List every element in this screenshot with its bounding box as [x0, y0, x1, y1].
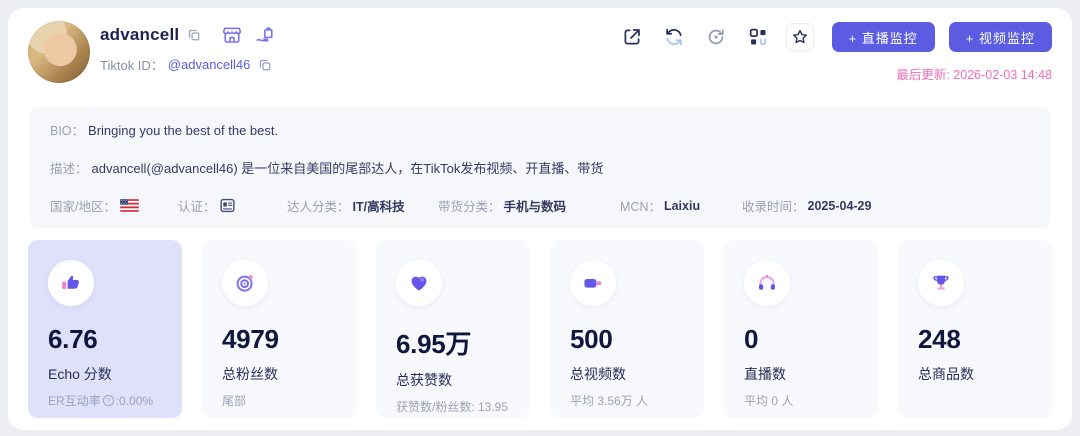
id-badge-icon: [219, 198, 235, 213]
stat-label: 总粉丝数: [222, 366, 278, 382]
meta-label: 认证：: [178, 200, 216, 214]
help-icon[interactable]: ?: [101, 394, 116, 407]
meta-value: Laixiu: [663, 198, 701, 213]
meta-label: 国家/地区：: [50, 200, 116, 214]
description-label: 描述：: [50, 162, 88, 176]
video-monitor-button[interactable]: + 视频监控: [948, 22, 1052, 52]
meta-label: 达人分类：: [287, 200, 350, 214]
stat-card-0[interactable]: 6.76 Echo 分数 ER互动率?:0.00%: [28, 240, 182, 418]
header-actions: + 直播监控 + 视频监控: [618, 22, 1052, 52]
description-text: advancell(@advancell46) 是一位来自美国的尾部达人，在Ti…: [91, 161, 604, 176]
bag-in-hand-icon[interactable]: [254, 24, 276, 46]
stat-card-1[interactable]: 4979 总粉丝数尾部: [202, 240, 356, 418]
copy-name-icon[interactable]: [187, 28, 201, 42]
stat-label: 直播数: [744, 366, 786, 382]
stat-sublabel: 获赞数/粉丝数: 13.95: [396, 400, 509, 414]
meta-value: IT/高科技: [352, 200, 405, 214]
meta-value: 2025-04-29: [807, 198, 872, 213]
stat-label: 总获赞数: [396, 372, 452, 388]
refresh-icon[interactable]: [660, 23, 688, 51]
last-update-timestamp: 最后更新: 2026-02-03 14:48: [896, 68, 1052, 82]
meta-value: 手机与数码: [503, 200, 567, 214]
tiktok-id-value[interactable]: @advancell46: [168, 57, 251, 72]
stat-label: Echo 分数: [48, 366, 112, 382]
profile-info-panel: BIO： Bringing you the best of the best. …: [30, 107, 1050, 228]
meta-item-3: 带货分类： 手机与数码: [438, 196, 566, 215]
stat-sublabel: 平均 0 人: [744, 394, 794, 408]
tiktok-id-label: Tiktok ID：: [100, 58, 164, 73]
live-monitor-button[interactable]: + 直播监控: [831, 22, 935, 52]
video-camera-icon: [570, 260, 616, 306]
svg-text:?: ?: [106, 396, 110, 405]
stat-card-2[interactable]: 6.95万总获赞数获赞数/粉丝数: 13.95: [376, 240, 530, 418]
identity-block: advancell Tiktok ID： @advancell46: [100, 24, 276, 74]
stat-value: 6.76: [48, 324, 98, 354]
profile-meta-row: 国家/地区： 认证： 达人分类： IT/高科技 带货分类： 手机与数码 MCN： Laixiu…: [50, 196, 1030, 215]
us-flag-icon: [119, 199, 139, 212]
favorite-star-icon[interactable]: [785, 23, 814, 51]
stat-label: 总商品数: [918, 366, 974, 382]
stat-sublabel: 尾部: [222, 394, 247, 408]
creator-name: advancell: [100, 25, 180, 44]
meta-item-0: 国家/地区：: [50, 196, 139, 215]
stat-value: 248: [918, 324, 961, 354]
meta-item-2: 达人分类： IT/高科技: [287, 196, 405, 215]
trophy-icon: [918, 260, 964, 306]
open-external-icon[interactable]: [618, 23, 646, 51]
meta-item-4: MCN： Laixiu: [620, 196, 700, 215]
history-icon[interactable]: [702, 23, 730, 51]
shop-icon[interactable]: [221, 24, 243, 46]
components-icon[interactable]: [744, 23, 772, 51]
meta-label: 收录时间：: [742, 200, 805, 214]
meta-item-1: 认证：: [178, 196, 235, 215]
stat-value: 6.95万: [396, 329, 472, 359]
stat-card-3[interactable]: 500 总视频数平均 3.56万 人: [550, 240, 704, 418]
thumbs-up-icon: [48, 260, 94, 306]
stat-sublabel: ER互动率?:0.00%: [48, 393, 154, 409]
stat-value: 500: [570, 324, 613, 354]
meta-label: 带货分类：: [438, 200, 501, 214]
copy-tiktok-id-icon[interactable]: [258, 58, 272, 72]
stat-value: 0: [744, 324, 759, 354]
bio-text: Bringing you the best of the best.: [88, 123, 279, 138]
live-headphones-icon: [744, 260, 790, 306]
stats-row: 6.76 Echo 分数 ER互动率?:0.00% 4979 总粉丝数尾部 6.95万总获…: [28, 240, 1052, 418]
meta-label: MCN：: [620, 200, 661, 214]
stat-card-4[interactable]: 0 直播数平均 0 人: [724, 240, 878, 418]
stat-sublabel: 平均 3.56万 人: [570, 394, 649, 408]
creator-badges: [221, 24, 276, 46]
creator-profile-card: advancell Tiktok ID： @advancell46 + 直播监控…: [8, 8, 1072, 430]
target-icon: [222, 260, 268, 306]
meta-item-5: 收录时间： 2025-04-29: [742, 196, 871, 215]
bio-label: BIO：: [50, 124, 85, 138]
stat-value: 4979: [222, 324, 279, 354]
stat-card-5[interactable]: 248 总商品数: [898, 240, 1052, 418]
heart-icon: [396, 260, 442, 306]
avatar[interactable]: [28, 21, 90, 83]
stat-label: 总视频数: [570, 366, 626, 382]
